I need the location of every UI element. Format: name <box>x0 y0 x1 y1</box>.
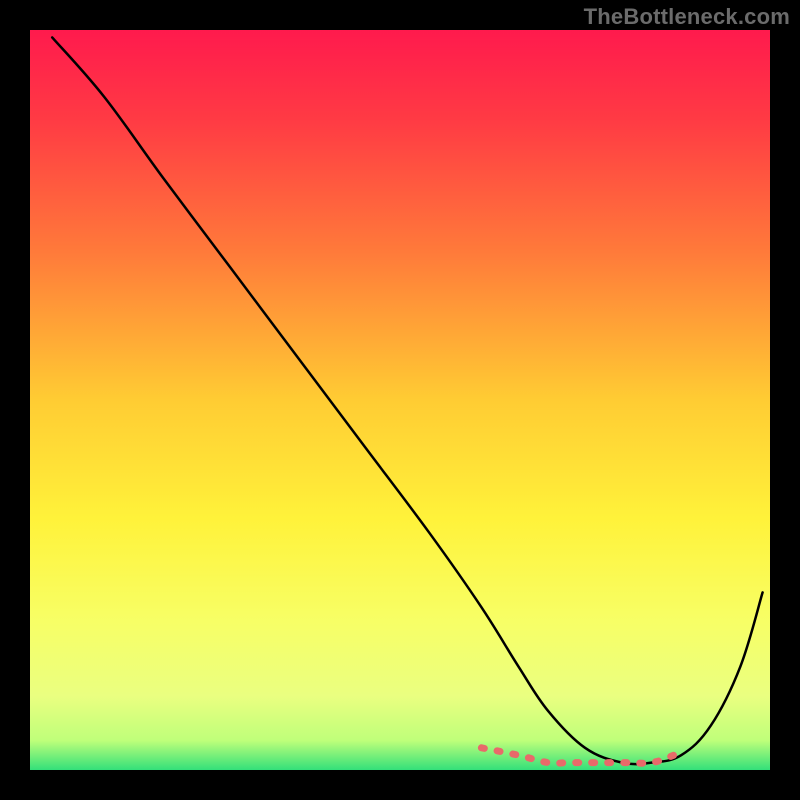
plot-gradient-bg <box>30 30 770 770</box>
bottleneck-chart <box>0 0 800 800</box>
watermark-label: TheBottleneck.com <box>584 4 790 30</box>
chart-container: TheBottleneck.com <box>0 0 800 800</box>
